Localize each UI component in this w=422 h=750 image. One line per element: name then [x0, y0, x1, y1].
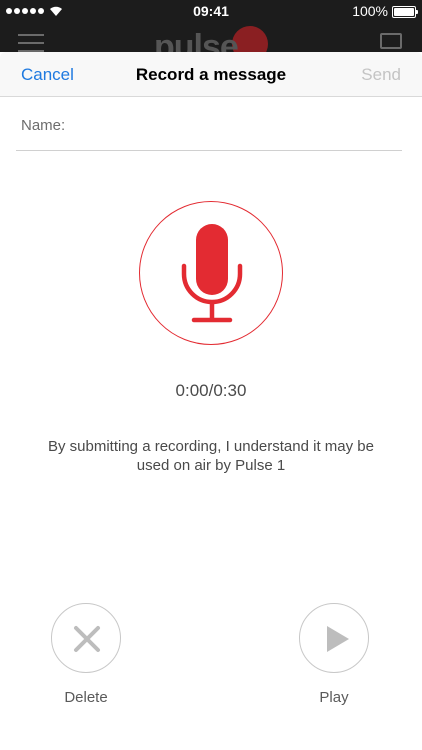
- name-label: Name:: [21, 117, 66, 134]
- play-label: Play: [319, 689, 349, 706]
- recording-timer: 0:00/0:30: [175, 381, 247, 400]
- app-logo: pulse: [154, 28, 239, 52]
- record-button[interactable]: [139, 201, 283, 345]
- play-button[interactable]: [299, 603, 369, 673]
- page-title: Record a message: [135, 65, 287, 84]
- name-row: Name:: [16, 97, 402, 151]
- play-icon: [327, 626, 349, 652]
- send-button[interactable]: Send: [361, 65, 401, 85]
- battery-icon: [392, 6, 418, 18]
- status-bar: 09:41 100%: [0, 0, 422, 24]
- menu-icon: [18, 34, 44, 52]
- close-icon: [74, 626, 100, 652]
- disclaimer-text: By submitting a recording, I understand …: [47, 438, 374, 474]
- battery-percentage: 100%: [352, 3, 388, 19]
- delete-label: Delete: [64, 689, 108, 706]
- microphone-icon: [181, 224, 243, 323]
- delete-button[interactable]: [51, 603, 121, 673]
- name-input[interactable]: [72, 111, 392, 137]
- chat-icon: [380, 33, 402, 49]
- app-header: pulse: [0, 24, 422, 52]
- nav-bar: Cancel Record a message Send: [0, 52, 422, 97]
